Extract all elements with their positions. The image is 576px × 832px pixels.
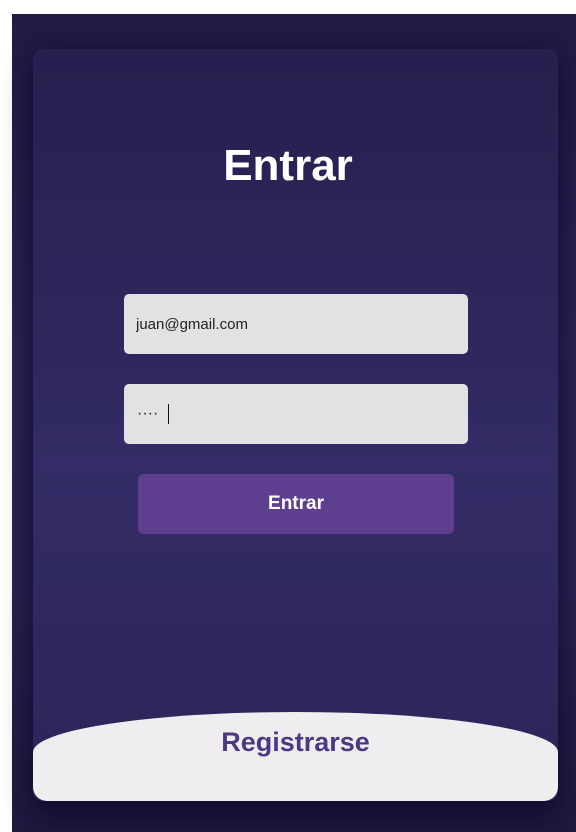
password-mask: ····	[137, 405, 159, 422]
text-caret	[168, 404, 169, 424]
email-field[interactable]	[124, 294, 468, 354]
password-field[interactable]: ····	[124, 384, 468, 444]
register-button[interactable]: Registrarse	[33, 712, 558, 801]
login-button[interactable]: Entrar	[138, 474, 454, 534]
page-title: Entrar	[223, 141, 353, 190]
